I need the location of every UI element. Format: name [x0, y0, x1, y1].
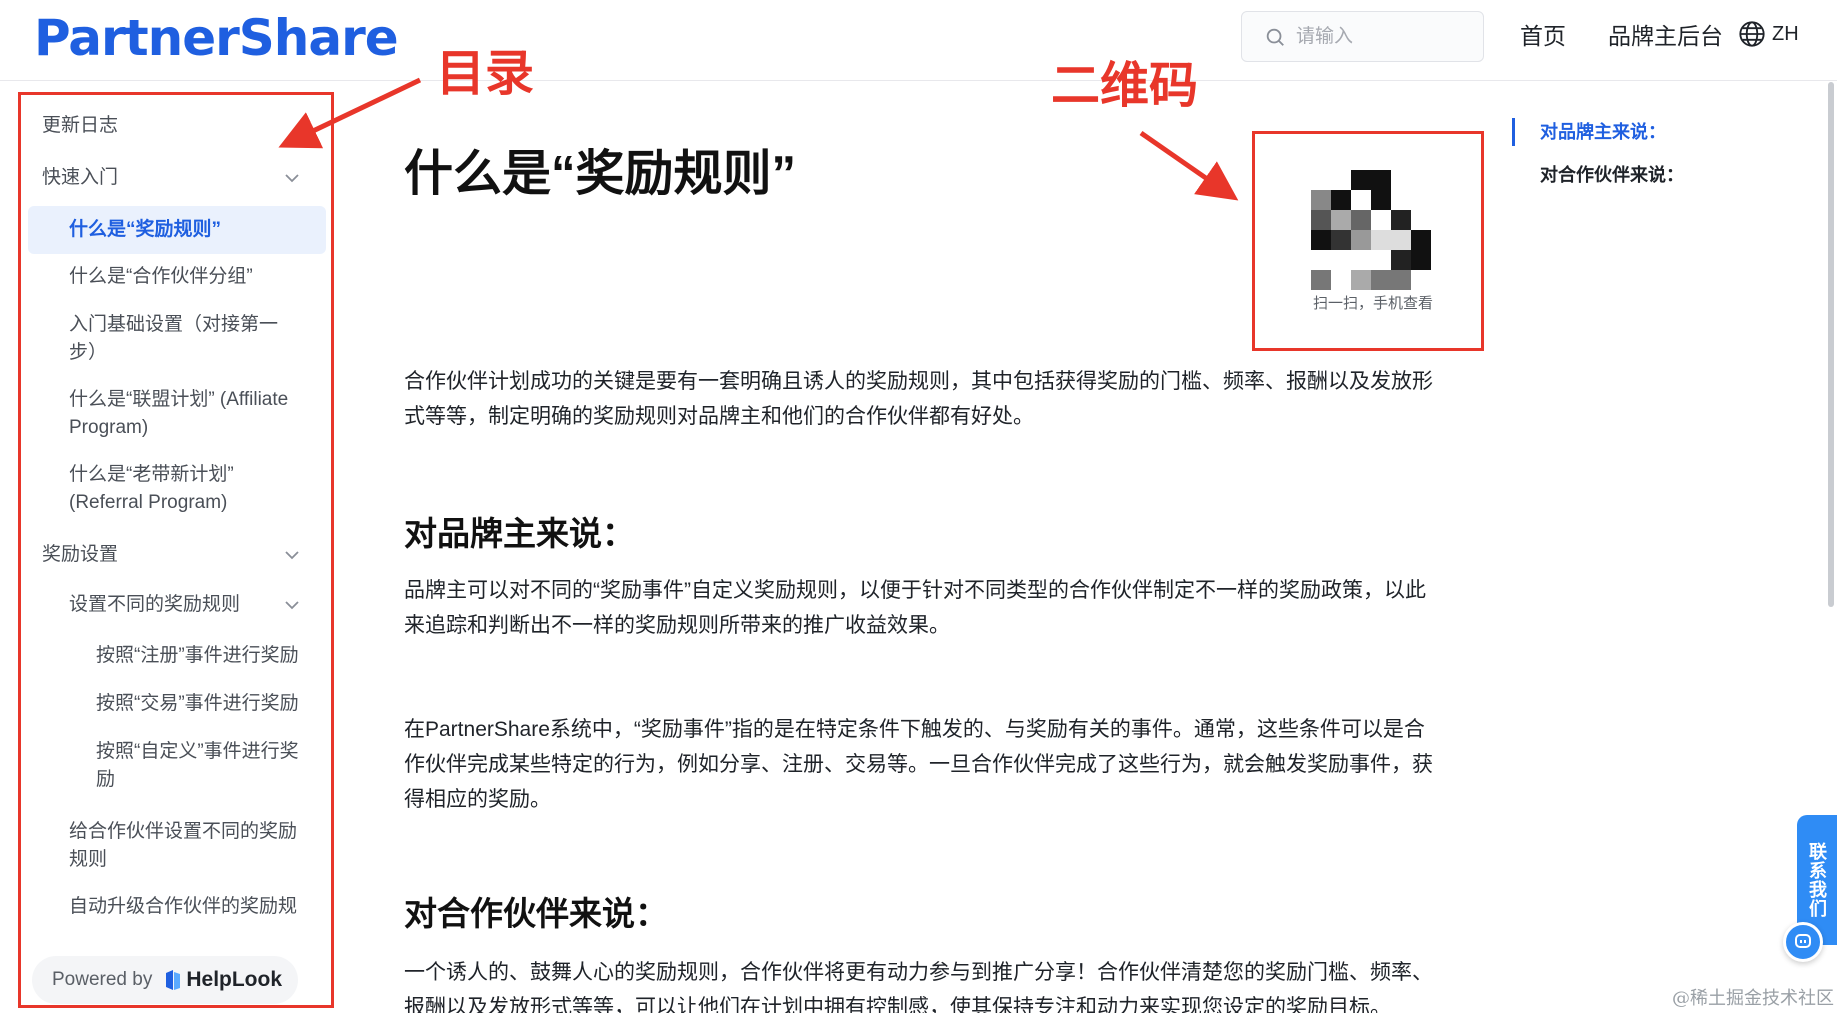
qr-caption: 扫一扫，手机查看: [1312, 295, 1433, 312]
nav-brand-backend-link[interactable]: 品牌主后台: [1608, 20, 1723, 52]
language-label: ZH: [1772, 22, 1799, 45]
toc-active-indicator: [1512, 118, 1515, 146]
toc-annotation-label: 目录: [436, 45, 535, 102]
watermark-text: @稀土掘金技术社区: [1672, 988, 1834, 1009]
chat-button[interactable]: [1783, 922, 1823, 962]
partnershare-logo[interactable]: PartnerShare: [34, 8, 399, 68]
search-icon: [1266, 28, 1284, 46]
qr-code-image: [1311, 170, 1431, 290]
brand-paragraph-2: 在PartnerShare系统中，“奖励事件”指的是在特定条件下触发的、与奖励有…: [404, 718, 1433, 811]
nav-home-link[interactable]: 首页: [1520, 20, 1566, 52]
search-input[interactable]: [1296, 25, 1466, 48]
toc-annotation-box: [18, 92, 334, 1008]
page-scrollbar[interactable]: [1828, 82, 1834, 607]
chat-icon: [1795, 934, 1811, 948]
qr-annotation-label: 二维码: [1051, 57, 1199, 114]
qr-arrow: [1139, 130, 1239, 201]
language-switcher[interactable]: ZH: [1738, 20, 1799, 48]
section-heading-brand: 对品牌主来说：: [404, 515, 635, 552]
intro-paragraph: 合作伙伴计划成功的关键是要有一套明确且诱人的奖励规则，其中包括获得奖励的门槛、频…: [404, 370, 1433, 428]
brand-paragraph-1: 品牌主可以对不同的“奖励事件”自定义奖励规则，以便于针对不同类型的合作伙伴制定不…: [404, 579, 1426, 637]
toc-item-partner[interactable]: 对合作伙伴来说：: [1540, 161, 1684, 189]
top-header: PartnerShare 首页 品牌主后台 ZH: [0, 0, 1837, 81]
partner-paragraph-1: 一个诱人的、鼓舞人心的奖励规则，合作伙伴将更有动力参与到推广分享！合作伙伴清楚您…: [404, 961, 1433, 1013]
section-heading-partner: 对合作伙伴来说：: [404, 895, 668, 932]
page-title: 什么是“奖励规则”: [404, 147, 797, 201]
globe-icon: [1739, 21, 1765, 47]
search-box[interactable]: [1241, 11, 1484, 62]
toc-item-brand[interactable]: 对品牌主来说：: [1540, 118, 1666, 146]
